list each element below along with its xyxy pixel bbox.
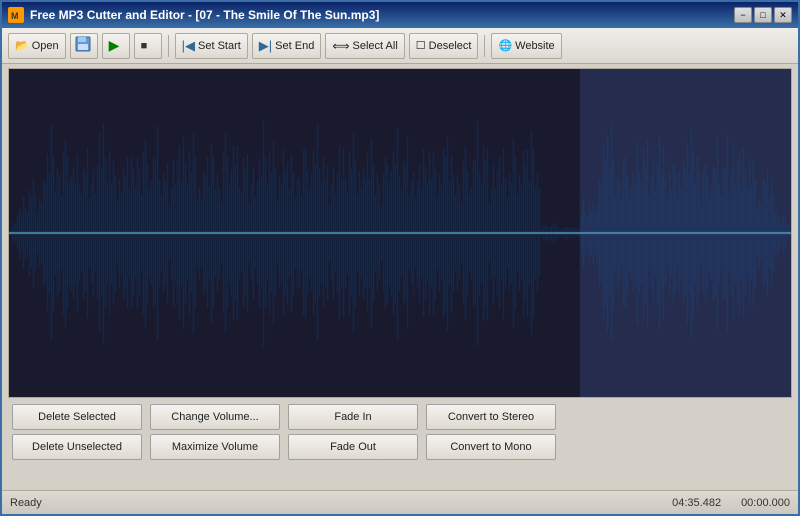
volume-buttons: Change Volume... Maximize Volume [150, 404, 280, 460]
set-start-icon: |◀ [182, 38, 195, 54]
minimize-button[interactable]: − [734, 7, 752, 23]
main-window: M Free MP3 Cutter and Editor - [07 - The… [0, 0, 800, 516]
fade-in-button[interactable]: Fade In [288, 404, 418, 430]
play-button[interactable]: ▶ [102, 33, 130, 59]
deselect-icon: ☐ [416, 39, 426, 52]
separator-2 [484, 35, 485, 57]
convert-buttons: Convert to Stereo Convert to Mono [426, 404, 556, 460]
play-icon: ▶ [109, 37, 120, 54]
waveform-canvas [9, 69, 791, 397]
delete-unselected-button[interactable]: Delete Unselected [12, 434, 142, 460]
delete-buttons: Delete Selected Delete Unselected [12, 404, 142, 460]
title-bar: M Free MP3 Cutter and Editor - [07 - The… [2, 2, 798, 28]
fade-buttons: Fade In Fade Out [288, 404, 418, 460]
restore-button[interactable]: □ [754, 7, 772, 23]
set-start-button[interactable]: |◀ Set Start [175, 33, 248, 59]
title-bar-left: M Free MP3 Cutter and Editor - [07 - The… [8, 7, 379, 23]
set-end-icon: ▶| [259, 38, 272, 54]
window-title: Free MP3 Cutter and Editor - [07 - The S… [30, 8, 379, 22]
status-bar: Ready 04:35.482 00:00.000 [2, 490, 798, 514]
buttons-area: Delete Selected Delete Unselected Change… [2, 398, 798, 466]
save-button[interactable] [70, 33, 98, 59]
stop-button[interactable]: ■ [134, 33, 162, 59]
change-volume-button[interactable]: Change Volume... [150, 404, 280, 430]
fade-out-button[interactable]: Fade Out [288, 434, 418, 460]
time-selection: 00:00.000 [741, 497, 790, 509]
website-button[interactable]: 🌐 Website [491, 33, 561, 59]
open-button[interactable]: 📂 Open [8, 33, 66, 59]
delete-selected-button[interactable]: Delete Selected [12, 404, 142, 430]
save-icon [75, 36, 91, 55]
time-position: 04:35.482 [672, 497, 721, 509]
select-all-button[interactable]: ⟺ Select All [325, 33, 404, 59]
select-all-icon: ⟺ [332, 39, 349, 53]
deselect-button[interactable]: ☐ Deselect [409, 33, 479, 59]
app-icon: M [8, 7, 24, 23]
stop-icon: ■ [141, 40, 148, 52]
status-times: 04:35.482 00:00.000 [672, 497, 790, 509]
svg-text:M: M [11, 11, 19, 21]
maximize-volume-button[interactable]: Maximize Volume [150, 434, 280, 460]
convert-mono-button[interactable]: Convert to Mono [426, 434, 556, 460]
status-text: Ready [10, 497, 672, 509]
toolbar: 📂 Open ▶ ■ |◀ Set Start ▶| Set End [2, 28, 798, 64]
set-end-button[interactable]: ▶| Set End [252, 33, 322, 59]
title-controls: − □ ✕ [734, 7, 792, 23]
folder-icon: 📂 [15, 39, 29, 52]
waveform-container[interactable] [8, 68, 792, 398]
globe-icon: 🌐 [498, 39, 512, 52]
close-button[interactable]: ✕ [774, 7, 792, 23]
separator-1 [168, 35, 169, 57]
convert-stereo-button[interactable]: Convert to Stereo [426, 404, 556, 430]
